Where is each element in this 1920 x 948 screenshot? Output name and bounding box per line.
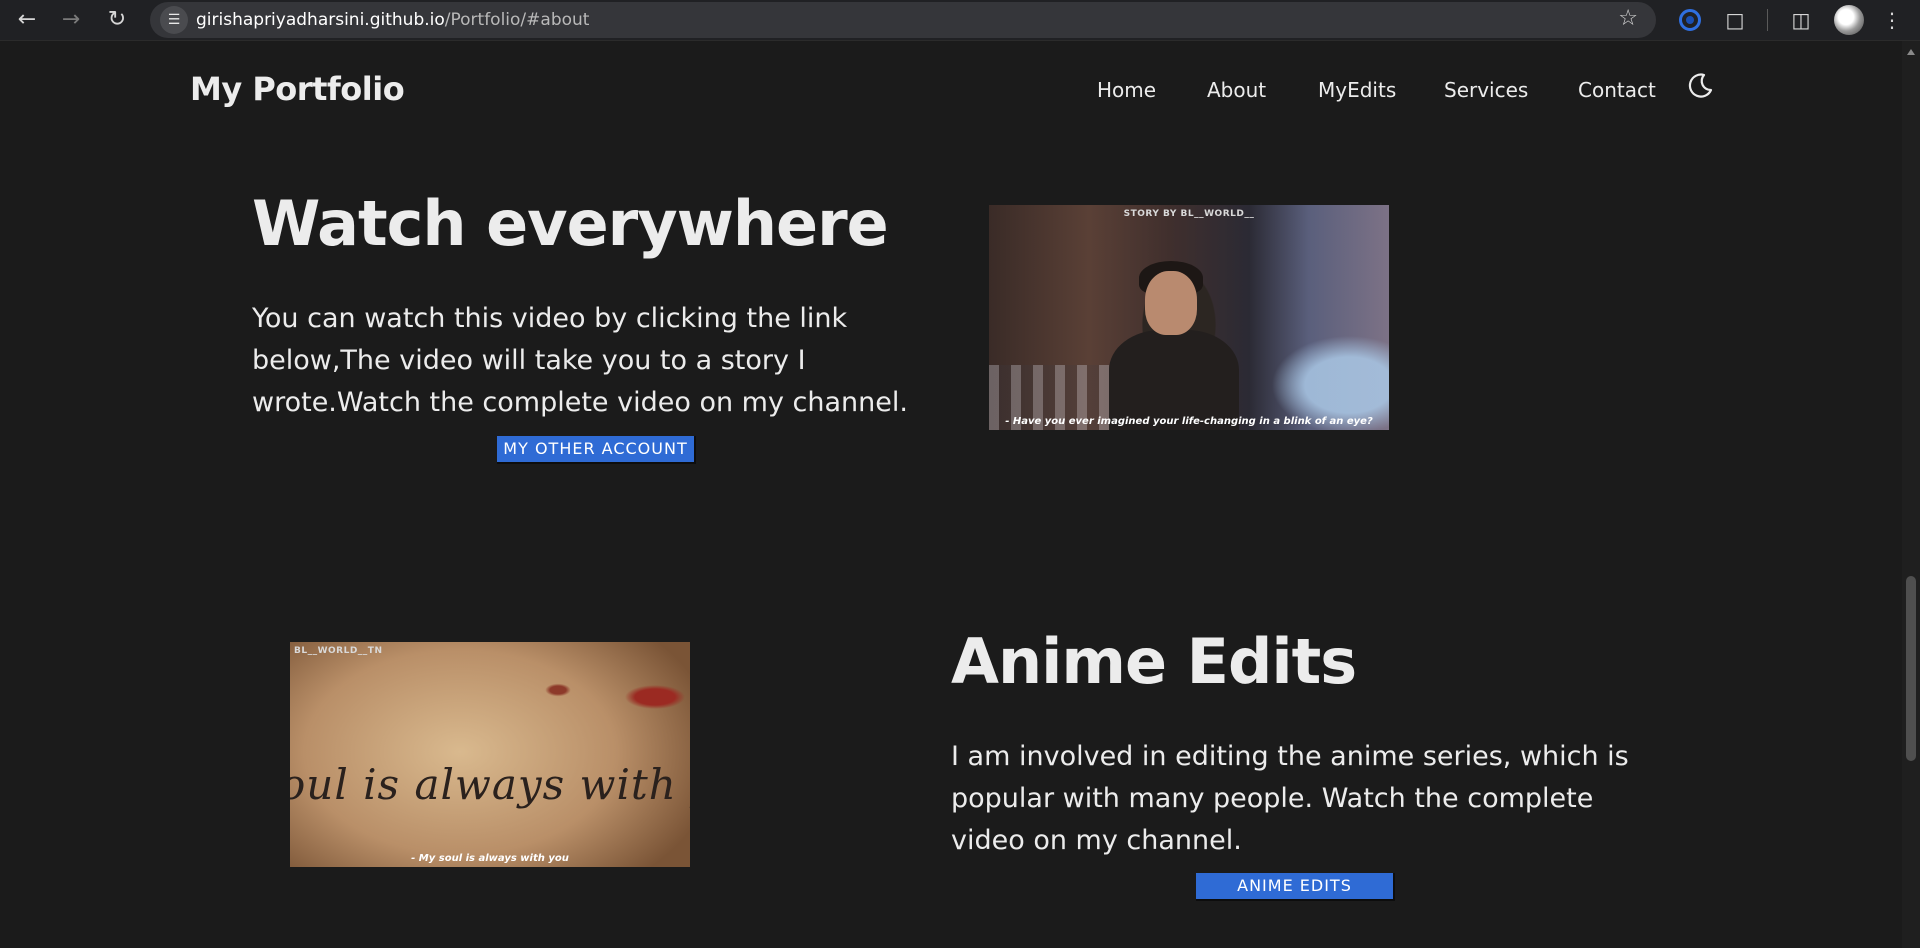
section-text-watch: You can watch this video by clicking the… (252, 303, 908, 418)
browser-toolbar: ← → ↻ ☰ girishapriyadharsini.github.io/P… (0, 0, 1920, 41)
extension-icon[interactable] (1679, 9, 1701, 31)
url-path: /Portfolio/#about (444, 10, 590, 30)
thumbnail-figure-body (1109, 330, 1239, 430)
nav-myedits[interactable]: MyEdits (1318, 78, 1396, 102)
anime-edits-button[interactable]: ANIME EDITS (1196, 873, 1395, 901)
video-thumbnail-story[interactable]: STORY BY BL__WORLD__ - Have you ever ima… (989, 205, 1389, 430)
side-panel-icon[interactable]: ◫ (1787, 6, 1815, 34)
thumbnail-subtitle: - My soul is always with you (411, 853, 569, 864)
url-text[interactable]: girishapriyadharsini.github.io/Portfolio… (196, 10, 589, 30)
profile-avatar[interactable] (1834, 5, 1864, 35)
reload-icon[interactable]: ↻ (101, 4, 133, 36)
nav-contact[interactable]: Contact (1578, 78, 1656, 102)
thumbnail-subtitle: - Have you ever imagined your life-chang… (1005, 416, 1373, 427)
url-host: girishapriyadharsini.github.io (196, 10, 445, 30)
scroll-up-arrow-icon[interactable] (1907, 49, 1915, 55)
scroll-thumb[interactable] (1906, 576, 1916, 761)
section-heading-anime: Anime Edits (951, 625, 1357, 698)
nav-services[interactable]: Services (1444, 78, 1528, 102)
section-text-anime: I am involved in editing the anime serie… (951, 741, 1629, 856)
site-brand[interactable]: My Portfolio (190, 70, 405, 108)
thumbnail-handwriting: oul is always with you (290, 760, 690, 809)
my-other-account-button[interactable]: MY OTHER ACCOUNT (497, 436, 696, 464)
video-thumbnail-anime[interactable]: BL__WORLD__TN oul is always with you - M… (290, 642, 690, 867)
thumbnail-watermark: BL__WORLD__TN (294, 646, 383, 656)
page-scrollbar[interactable] (1902, 41, 1920, 948)
dark-mode-moon-icon[interactable] (1686, 72, 1714, 100)
forward-icon[interactable]: → (55, 4, 87, 36)
nav-about[interactable]: About (1207, 78, 1266, 102)
menu-kebab-icon[interactable]: ⋮ (1878, 6, 1906, 34)
nav-home[interactable]: Home (1097, 78, 1156, 102)
toolbar-divider (1767, 9, 1768, 31)
thumbnail-figure-face (1145, 271, 1197, 335)
site-info-icon[interactable]: ☰ (160, 6, 188, 34)
nav-myedits-label: MyEdits (1318, 78, 1397, 102)
extensions-puzzle-icon[interactable]: □ (1721, 6, 1749, 34)
nav-contact-label: Contact (1578, 78, 1656, 102)
thumbnail-watermark: STORY BY BL__WORLD__ (1123, 209, 1255, 219)
section-heading-watch: Watch everywhere (252, 187, 889, 260)
bookmark-star-icon[interactable]: ☆ (1618, 6, 1638, 31)
address-bar[interactable]: ☰ girishapriyadharsini.github.io/Portfol… (150, 2, 1656, 38)
nav-home-label: Home (1097, 78, 1157, 102)
back-icon[interactable]: ← (11, 4, 43, 36)
nav-services-label: Services (1444, 78, 1529, 102)
nav-about-label: About (1207, 78, 1267, 102)
